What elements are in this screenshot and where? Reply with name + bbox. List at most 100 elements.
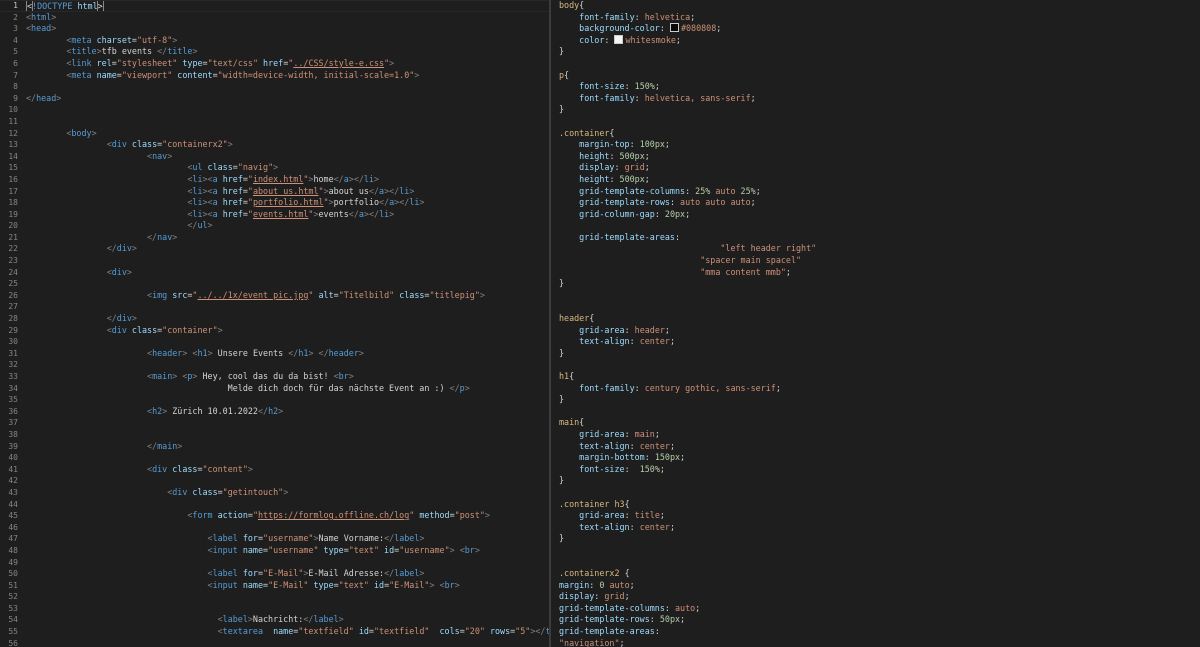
code-line[interactable]: grid-template-rows: 50px; [559,614,1200,626]
code-line[interactable]: font-family: century gothic, sans-serif; [559,383,1200,395]
code-line[interactable]: text-align: center; [559,441,1200,453]
code-line[interactable]: <!DOCTYPE html> [0,0,549,12]
code-line[interactable] [26,499,549,511]
code-line[interactable]: <li><a href="portfolio.html">portfolio</… [26,197,549,209]
code-line[interactable] [26,417,549,429]
code-line[interactable]: height: 500px; [559,151,1200,163]
code-line[interactable]: <div class="container"> [26,325,549,337]
code-line[interactable] [26,301,549,313]
code-line[interactable]: <div class="containerx2"> [26,139,549,151]
code-line[interactable]: Melde dich doch für das nächste Event an… [26,383,549,395]
code-line[interactable]: <label for="E-Mail">E-Mail Adresse:</lab… [26,568,549,580]
code-line[interactable]: grid-area: main; [559,429,1200,441]
code-line[interactable] [559,406,1200,418]
code-line[interactable]: grid-template-areas: [559,626,1200,638]
code-line[interactable]: text-align: center; [559,522,1200,534]
code-line[interactable]: text-align: center; [559,336,1200,348]
code-line[interactable] [26,557,549,569]
code-line[interactable] [559,116,1200,128]
code-line[interactable]: display: grid; [559,591,1200,603]
code-line[interactable]: <textarea name="textfield" id="textfield… [26,626,549,638]
code-line[interactable]: <input name="username" type="text" id="u… [26,545,549,557]
code-line[interactable]: grid-area: title; [559,510,1200,522]
code-line[interactable]: <form action="https://formlog.offline.ch… [26,510,549,522]
code-line[interactable] [26,591,549,603]
code-line[interactable]: <div class="content"> [26,464,549,476]
css-code-area[interactable]: body{ font-family: helvetica; background… [559,0,1200,647]
code-line[interactable]: grid-template-columns: auto; [559,603,1200,615]
html-editor-pane[interactable]: 1 2 3 4 5 6 7 8 9 10 11 12 13 14 15 16 17 18 19 20 21 22 23 24 2… [0,0,549,647]
code-line[interactable]: "spacer main spacel" [559,255,1200,267]
code-line[interactable]: </div> [26,243,549,255]
code-line[interactable]: font-family: helvetica, sans-serif; [559,93,1200,105]
code-line[interactable]: margin: 0 auto; [559,580,1200,592]
code-line[interactable]: } [559,104,1200,116]
code-line[interactable]: margin-top: 100px; [559,139,1200,151]
code-line[interactable]: <li><a href="index.html">home</a></li> [26,174,549,186]
code-line[interactable]: grid-template-columns: 25% auto 25%; [559,186,1200,198]
code-line[interactable]: } [559,46,1200,58]
code-line[interactable]: <meta name="viewport" content="width=dev… [26,70,549,82]
code-line[interactable]: } [559,278,1200,290]
code-line[interactable]: } [559,394,1200,406]
code-line[interactable]: <div class="getintouch"> [26,487,549,499]
code-line[interactable]: body{ [559,0,1200,12]
code-line[interactable]: "navigation"; [559,638,1200,647]
css-editor-pane[interactable]: body{ font-family: helvetica; background… [551,0,1200,647]
code-line[interactable] [26,81,549,93]
code-line[interactable]: <main> <p> Hey, cool das du da bist! <br… [26,371,549,383]
color-swatch-icon[interactable] [614,34,624,44]
code-line[interactable]: <nav> [26,151,549,163]
code-line[interactable]: </head> [26,93,549,105]
code-line[interactable]: .container h3{ [559,499,1200,511]
code-line[interactable]: <meta charset="utf-8"> [26,35,549,47]
code-line[interactable] [559,487,1200,499]
code-line[interactable] [26,336,549,348]
code-line[interactable]: </div> [26,313,549,325]
code-line[interactable]: "mma content mmb"; [559,267,1200,279]
code-line[interactable]: background-color: #080808; [559,23,1200,35]
code-line[interactable]: <input name="E-Mail" type="text" id="E-M… [26,580,549,592]
code-line[interactable]: grid-column-gap: 20px; [559,209,1200,221]
code-line[interactable] [26,116,549,128]
code-line[interactable]: <title>tfb events </title> [26,46,549,58]
code-line[interactable] [559,220,1200,232]
code-line[interactable]: margin-bottom: 150px; [559,452,1200,464]
code-line[interactable]: <div> [26,267,549,279]
code-line[interactable]: color: whitesmoke; [559,34,1200,47]
code-line[interactable]: </nav> [26,232,549,244]
code-line[interactable]: } [559,475,1200,487]
code-line[interactable]: font-size: 150%; [559,81,1200,93]
code-line[interactable]: <li><a href="events.html">events</a></li… [26,209,549,221]
code-line[interactable]: <link rel="stylesheet" type="text/css" h… [26,58,549,70]
code-line[interactable]: } [559,533,1200,545]
color-swatch-icon[interactable] [669,23,679,33]
code-line[interactable]: display: grid; [559,162,1200,174]
code-line[interactable]: <label for="username">Name Vorname:</lab… [26,533,549,545]
code-line[interactable] [26,104,549,116]
code-line[interactable]: <html> [26,12,549,24]
code-line[interactable]: font-family: helvetica; [559,12,1200,24]
code-line[interactable]: .container{ [559,128,1200,140]
code-line[interactable]: font-size: 150%; [559,464,1200,476]
code-line[interactable] [26,638,549,647]
code-line[interactable] [26,359,549,371]
code-line[interactable]: header{ [559,313,1200,325]
code-line[interactable]: <img src="../../1x/event_pic.jpg" alt="T… [26,290,549,302]
code-line[interactable] [26,475,549,487]
code-line[interactable]: <h2> Zürich 10.01.2022</h2> [26,406,549,418]
code-line[interactable] [26,603,549,615]
code-line[interactable] [559,545,1200,557]
html-code-area[interactable]: <!DOCTYPE html> <html> <head> <meta charse… [0,0,549,647]
code-line[interactable]: p{ [559,70,1200,82]
code-line[interactable] [559,359,1200,371]
code-line[interactable]: <ul class="navig"> [26,162,549,174]
code-line[interactable] [559,557,1200,569]
code-line[interactable] [26,429,549,441]
code-line[interactable]: <head> [26,23,549,35]
code-line[interactable] [26,278,549,290]
code-line[interactable]: main{ [559,417,1200,429]
code-line[interactable]: } [559,348,1200,360]
code-line[interactable] [26,452,549,464]
code-line[interactable]: <header> <h1> Unsere Events </h1> </head… [26,348,549,360]
